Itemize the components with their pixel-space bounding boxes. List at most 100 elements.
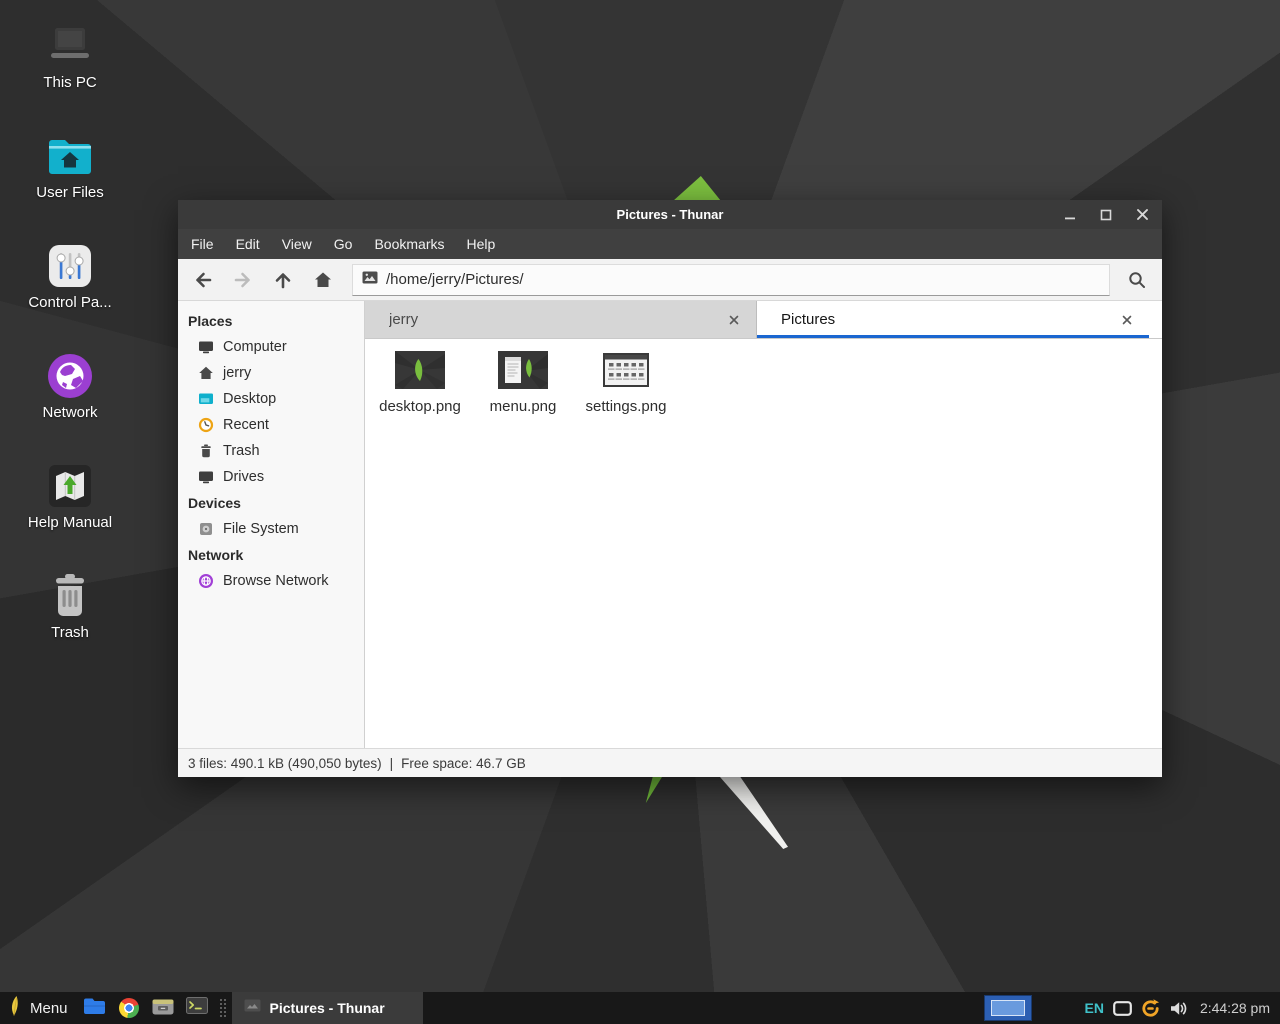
path-text: /home/jerry/Pictures/ <box>386 271 524 288</box>
back-button[interactable] <box>184 263 222 297</box>
tab-pictures[interactable]: Pictures <box>757 301 1149 338</box>
desktop-icon-user-files[interactable]: User Files <box>18 132 122 206</box>
desktop-icon-control-panel[interactable]: Control Pa... <box>18 242 122 316</box>
trash-icon <box>198 443 214 459</box>
wallpaper-green-sliver <box>645 777 662 803</box>
clock-icon <box>198 417 214 433</box>
file-desktop-png[interactable]: desktop.png <box>370 347 470 415</box>
chrome-launcher[interactable] <box>112 992 146 1024</box>
maximize-button[interactable] <box>1096 205 1116 225</box>
toolbar: /home/jerry/Pictures/ <box>178 259 1162 301</box>
terminal-launcher[interactable] <box>180 992 214 1024</box>
up-button[interactable] <box>264 263 302 297</box>
tab-close-icon[interactable] <box>1117 310 1137 330</box>
window-title: Pictures - Thunar <box>178 207 1162 222</box>
pager-window-rect <box>991 1000 1025 1016</box>
desktop-icon-label: Control Pa... <box>28 294 111 311</box>
file-manager-launcher[interactable] <box>78 992 112 1024</box>
sidebar-item-computer[interactable]: Computer <box>178 334 364 360</box>
tab-bar: jerry Pictures <box>365 301 1162 339</box>
taskbar: Menu <box>0 992 1280 1024</box>
sidebar-section-devices: Devices <box>178 490 364 516</box>
terminal-icon <box>186 997 208 1019</box>
desktop-icon-network[interactable]: Network <box>18 352 122 426</box>
desktop-icon-label: Help Manual <box>28 514 112 531</box>
desktop: This PC User Files Control Pa... Network… <box>0 0 1280 1024</box>
menu-bookmarks[interactable]: Bookmarks <box>363 229 455 259</box>
file-settings-png[interactable]: settings.png <box>576 347 676 415</box>
feather-logo-icon <box>8 995 22 1022</box>
desktop-png-thumbnail <box>395 349 445 391</box>
window-controls <box>1060 200 1152 229</box>
file-view[interactable]: desktop.png menu.png settings.png <box>365 339 1162 748</box>
globe-icon <box>198 573 214 589</box>
thunar-window: Pictures - Thunar File Edit View Go Book… <box>178 200 1162 777</box>
filesystem-disk-icon <box>198 521 214 537</box>
menu-help[interactable]: Help <box>456 229 507 259</box>
network-globe-icon <box>46 352 94 400</box>
blue-folder-icon <box>83 997 106 1020</box>
keyboard-layout-indicator[interactable]: EN <box>1084 1000 1103 1016</box>
minimize-button[interactable] <box>1060 205 1080 225</box>
home-icon <box>198 365 214 381</box>
taskbar-right: EN 2:44:28 pm <box>984 992 1280 1024</box>
path-bar[interactable]: /home/jerry/Pictures/ <box>352 264 1110 296</box>
sidebar-item-drives[interactable]: Drives <box>178 464 364 490</box>
display-tray-icon[interactable] <box>1113 1001 1132 1016</box>
trash-can-icon <box>46 572 94 620</box>
menu-file[interactable]: File <box>180 229 225 259</box>
search-button[interactable] <box>1118 263 1156 297</box>
sidebar-item-desktop[interactable]: Desktop <box>178 386 364 412</box>
status-free-space: Free space: 46.7 GB <box>401 756 526 771</box>
sidebar-item-file-system[interactable]: File System <box>178 516 364 542</box>
laptop-icon <box>46 22 94 70</box>
help-manual-icon <box>46 462 94 510</box>
sliders-icon <box>46 242 94 290</box>
clock[interactable]: 2:44:28 pm <box>1196 1000 1280 1016</box>
sidebar: Places Computer jerry Desktop Recent <box>178 301 365 748</box>
panel-separator-handle[interactable] <box>220 999 226 1017</box>
desktop-monitor-icon <box>198 391 214 407</box>
sidebar-item-browse-network[interactable]: Browse Network <box>178 568 364 594</box>
forward-button[interactable] <box>224 263 262 297</box>
desktop-icon-label: User Files <box>36 184 104 201</box>
titlebar[interactable]: Pictures - Thunar <box>178 200 1162 229</box>
image-folder-icon <box>362 271 378 289</box>
archive-manager-launcher[interactable] <box>146 992 180 1024</box>
status-separator: | <box>390 756 394 771</box>
update-notifier-icon[interactable] <box>1140 998 1161 1019</box>
desktop-icon-trash[interactable]: Trash <box>18 572 122 646</box>
close-button[interactable] <box>1132 205 1152 225</box>
volume-icon[interactable] <box>1169 1000 1188 1017</box>
menu-go[interactable]: Go <box>323 229 364 259</box>
menu-edit[interactable]: Edit <box>225 229 271 259</box>
start-menu-button[interactable]: Menu <box>0 992 78 1024</box>
tab-jerry[interactable]: jerry <box>365 301 757 338</box>
sidebar-item-jerry[interactable]: jerry <box>178 360 364 386</box>
desktop-icon-label: This PC <box>43 74 96 91</box>
sidebar-item-trash[interactable]: Trash <box>178 438 364 464</box>
wallpaper-feather-sliver <box>720 777 788 849</box>
workspace-pager[interactable] <box>984 995 1032 1021</box>
desktop-icon-label: Network <box>42 404 97 421</box>
sidebar-section-network: Network <box>178 542 364 568</box>
desktop-icon-this-pc[interactable]: This PC <box>18 22 122 96</box>
menu-png-thumbnail <box>498 349 548 391</box>
settings-png-thumbnail <box>603 349 649 391</box>
folder-home-icon <box>46 132 94 180</box>
chrome-icon <box>119 998 139 1018</box>
tab-close-icon[interactable] <box>724 310 744 330</box>
desktop-icon-label: Trash <box>51 624 89 641</box>
taskbar-task-thunar[interactable]: Pictures - Thunar <box>232 992 423 1024</box>
sidebar-item-recent[interactable]: Recent <box>178 412 364 438</box>
home-button[interactable] <box>304 263 342 297</box>
window-body: Places Computer jerry Desktop Recent <box>178 301 1162 748</box>
desktop-icon-help-manual[interactable]: Help Manual <box>18 462 122 536</box>
sidebar-section-places: Places <box>178 308 364 334</box>
file-menu-png[interactable]: menu.png <box>473 347 573 415</box>
drive-icon <box>198 469 214 485</box>
menu-view[interactable]: View <box>271 229 323 259</box>
computer-icon <box>198 339 214 355</box>
archive-box-icon <box>152 997 174 1020</box>
taskbar-left: Menu <box>0 992 423 1024</box>
